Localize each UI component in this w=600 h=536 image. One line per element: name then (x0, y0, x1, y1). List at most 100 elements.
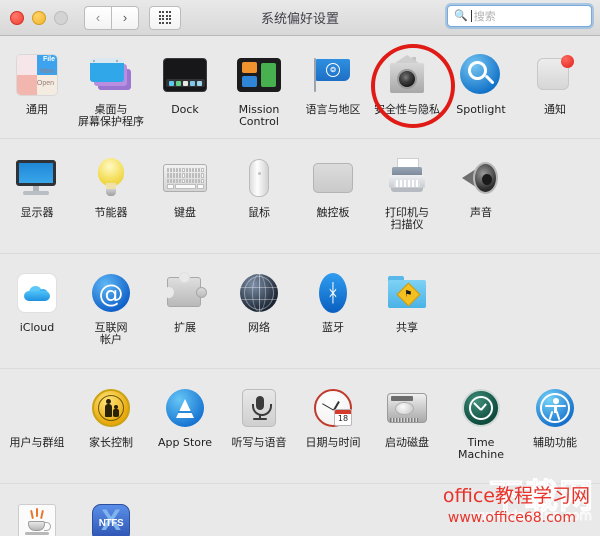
un-emblem-icon: ❂ (326, 63, 340, 77)
pref-label: 通用 (26, 103, 48, 116)
extensions-icon (148, 268, 222, 318)
notification-badge (561, 55, 574, 68)
network-icon (222, 268, 296, 318)
pref-item-internet-accounts[interactable]: @ 互联网 帐户 (74, 264, 148, 346)
window-controls (10, 10, 68, 25)
chevron-left-icon: ‹ (95, 10, 101, 25)
mission-control-icon (222, 50, 296, 100)
sharing-icon: ⚑ (370, 268, 444, 318)
minimize-button[interactable] (32, 10, 46, 25)
pref-item-mouse[interactable]: 鼠标 (222, 149, 296, 219)
pref-item-accessibility[interactable]: 辅助功能 (518, 379, 592, 449)
spotlight-icon (444, 50, 518, 100)
preferences-row-system: 用户与群组 家长控制 App Store 听写与语音 18 日期与时间 启动磁盘… (0, 369, 600, 484)
pref-label: 鼠标 (248, 206, 270, 219)
pref-label: 声音 (470, 206, 492, 219)
pref-item-keyboard[interactable]: 键盘 (148, 149, 222, 219)
dictation-speech-icon (222, 383, 296, 433)
general-file-text: File (42, 56, 55, 63)
pref-item-dock[interactable]: Dock (148, 46, 222, 116)
pref-item-bluetooth[interactable]: ᚼ 蓝牙 (296, 264, 370, 334)
security-privacy-icon (370, 50, 444, 100)
pref-item-notifications[interactable]: 通知 (518, 46, 592, 116)
pref-item-date-time[interactable]: 18 日期与时间 (296, 379, 370, 449)
pref-item-desktop-screensaver[interactable]: 桌面与 屏幕保护程序 (74, 46, 148, 128)
back-button[interactable]: ‹ (84, 5, 111, 30)
pref-item-displays[interactable]: 显示器 (0, 149, 74, 219)
bluetooth-icon: ᚼ (296, 268, 370, 318)
parental-controls-icon (74, 383, 148, 433)
pref-label: 辅助功能 (533, 436, 577, 449)
pref-label: 打印机与 扫描仪 (385, 206, 429, 231)
bluetooth-symbol: ᚼ (319, 273, 347, 313)
language-region-icon: ❂ (296, 50, 370, 100)
calendar-day: 18 (337, 414, 349, 423)
app-store-icon (148, 383, 222, 433)
pref-item-time-machine[interactable]: Time Machine (444, 379, 518, 461)
users-groups-icon (0, 383, 74, 433)
pref-item-ntfs-for-mac[interactable]: X NTFS NTFS for Mac OS X (74, 494, 148, 536)
ntfs-for-mac-icon: X NTFS (74, 498, 148, 536)
preferences-row-hardware: 显示器 节能器 键盘 鼠标 触控板 打印机与 扫描仪 声音 (0, 139, 600, 254)
pref-item-parental-controls[interactable]: 家长控制 (74, 379, 148, 449)
pref-item-language-region[interactable]: ❂ 语言与地区 (296, 46, 370, 116)
grid-icon (158, 11, 172, 24)
text-caret (470, 10, 472, 22)
time-machine-icon (444, 383, 518, 433)
startup-disk-icon (370, 383, 444, 433)
pref-item-icloud[interactable]: iCloud (0, 264, 74, 334)
energy-saver-icon (74, 153, 148, 203)
search-placeholder: 搜索 (473, 10, 496, 23)
sound-icon (444, 153, 518, 203)
pref-label: Spotlight (456, 103, 506, 116)
pref-item-general[interactable]: File New Open 通用 (0, 46, 74, 116)
pref-item-sound[interactable]: 声音 (444, 149, 518, 219)
pref-label: Mission Control (238, 103, 280, 128)
pref-item-printers-scanners[interactable]: 打印机与 扫描仪 (370, 149, 444, 231)
mouse-icon (222, 153, 296, 203)
pref-label: 启动磁盘 (385, 436, 429, 449)
at-symbol: @ (92, 274, 130, 312)
close-button[interactable] (10, 10, 24, 25)
pref-label: App Store (157, 436, 213, 449)
keyboard-icon (148, 153, 222, 203)
pref-item-network[interactable]: 网络 (222, 264, 296, 334)
date-time-icon: 18 (296, 383, 370, 433)
zoom-button (54, 10, 68, 25)
search-field[interactable]: 🔍 搜索 (447, 5, 592, 27)
pref-item-dictation-speech[interactable]: 听写与语音 (222, 379, 296, 449)
pref-item-extensions[interactable]: 扩展 (148, 264, 222, 334)
pref-label: 显示器 (20, 206, 54, 219)
show-all-button[interactable] (149, 5, 181, 30)
forward-button[interactable]: › (111, 5, 139, 30)
pref-item-security-privacy[interactable]: 安全性与隐私 (370, 46, 444, 116)
search-icon: 🔍 (454, 9, 468, 22)
trackpad-icon (296, 153, 370, 203)
pref-label: 桌面与 屏幕保护程序 (78, 103, 144, 128)
pref-item-mission-control[interactable]: Mission Control (222, 46, 296, 128)
pref-item-sharing[interactable]: ⚑ 共享 (370, 264, 444, 334)
pref-label: Time Machine (457, 436, 505, 461)
icloud-icon (0, 268, 74, 318)
accessibility-icon (518, 383, 592, 433)
general-new-text: New (39, 68, 54, 75)
pref-label: 语言与地区 (305, 103, 361, 116)
pref-item-energy-saver[interactable]: 节能器 (74, 149, 148, 219)
pref-label: 用户与群组 (9, 436, 65, 449)
preferences-row-personal: File New Open 通用 桌面与 屏幕保护程序 Dock Mission… (0, 36, 600, 139)
pref-label: 家长控制 (89, 436, 133, 449)
pref-label: 互联网 帐户 (94, 321, 128, 346)
pref-label: 日期与时间 (305, 436, 361, 449)
pref-item-users-groups[interactable]: 用户与群组 (0, 379, 74, 449)
preferences-row-other: Java X NTFS NTFS for Mac OS X (0, 484, 600, 536)
pref-item-app-store[interactable]: App Store (148, 379, 222, 449)
pref-label: 安全性与隐私 (374, 103, 440, 116)
pref-item-trackpad[interactable]: 触控板 (296, 149, 370, 219)
pref-item-java[interactable]: Java (0, 494, 74, 536)
displays-icon (0, 153, 74, 203)
ntfs-label: NTFS (98, 517, 124, 529)
pref-item-startup-disk[interactable]: 启动磁盘 (370, 379, 444, 449)
pref-label: 节能器 (94, 206, 128, 219)
pref-item-spotlight[interactable]: Spotlight (444, 46, 518, 116)
navigation-buttons: ‹ › (84, 5, 139, 30)
